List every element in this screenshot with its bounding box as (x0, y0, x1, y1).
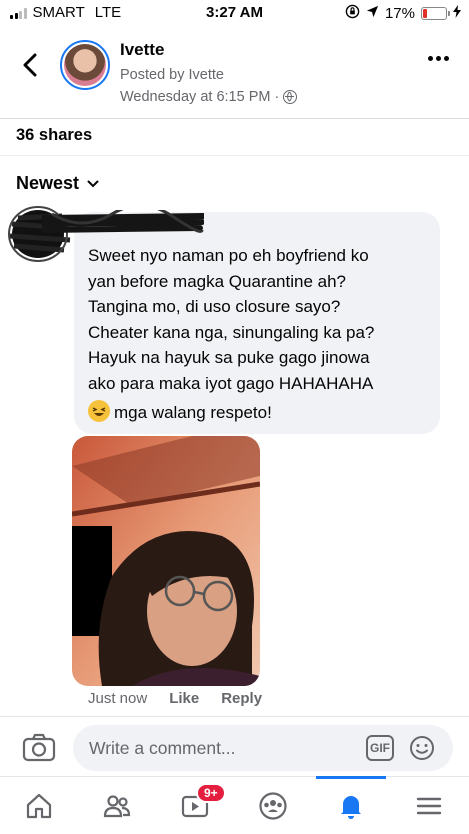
author-name[interactable]: Ivette (120, 40, 164, 60)
home-icon (26, 793, 52, 819)
comment-sort-dropdown[interactable]: Newest (16, 173, 99, 194)
bottom-nav: 9+ (0, 776, 469, 834)
bell-icon (341, 796, 361, 819)
comment-actions: Just now Like Reply (88, 690, 262, 707)
comment-input[interactable]: Write a comment... GIF (73, 725, 453, 771)
comment-last-line: mga walang respeto! (114, 403, 272, 422)
comment-time: Just now (88, 690, 148, 707)
battery-icon (421, 7, 450, 20)
reply-button[interactable]: Reply (221, 690, 262, 707)
comment-line: ako para maka iyot gago HAHAHAHA (88, 373, 374, 393)
comment-line: mga walang respeto! (88, 400, 434, 426)
comment-line: Cheater kana nga, sinungaling ka pa? (88, 322, 375, 342)
like-button[interactable]: Like (169, 690, 199, 707)
tab-notifications[interactable] (312, 777, 390, 834)
comment-text: Sweet nyo naman po eh boyfriend ko yan b… (88, 243, 434, 426)
comment-photo[interactable] (72, 436, 260, 686)
smiley-icon (410, 736, 434, 760)
gif-button[interactable]: GIF (366, 735, 394, 761)
comment-line: Tangina mo, di uso closure sayo? (88, 297, 341, 316)
emoji-button[interactable] (409, 735, 435, 761)
globe-icon (283, 90, 298, 104)
orientation-lock-icon (345, 4, 360, 23)
tab-menu[interactable] (390, 777, 468, 834)
sort-label: Newest (16, 173, 80, 193)
back-button[interactable] (18, 50, 42, 80)
comment-line: Hayuk na hayuk sa puke gago jinowa (88, 348, 370, 367)
hamburger-menu-icon (416, 797, 442, 815)
commenter-name-redacted (42, 210, 204, 233)
more-options-button[interactable] (428, 56, 449, 61)
status-bar: SMART LTE 3:27 AM 17% (0, 0, 469, 26)
charging-icon (453, 5, 461, 22)
groups-icon (259, 792, 287, 820)
camera-icon (22, 733, 56, 762)
shares-count[interactable]: 36 shares (16, 126, 92, 145)
chevron-left-icon (23, 53, 37, 77)
watch-notification-badge: 9+ (196, 783, 226, 803)
tab-groups[interactable] (234, 777, 312, 834)
comment-line: Sweet nyo naman po eh boyfriend ko (88, 246, 369, 265)
author-avatar[interactable] (60, 40, 110, 90)
friends-icon (103, 795, 131, 818)
status-right: 17% (345, 4, 461, 23)
post-timestamp-row: Wednesday at 6:15 PM · (120, 89, 298, 105)
comment-input-placeholder: Write a comment... (89, 738, 236, 758)
tab-home[interactable] (0, 777, 78, 834)
comment-line: yan before magka Quarantine ah? (88, 271, 347, 291)
chevron-down-icon (87, 180, 99, 187)
battery-percent: 17% (384, 5, 415, 22)
post-timestamp: Wednesday at 6:15 PM · (120, 89, 280, 105)
tab-friends[interactable] (78, 777, 156, 834)
laughing-emoji-icon (88, 400, 110, 422)
divider (0, 155, 469, 156)
comment-composer: Write a comment... GIF (0, 716, 469, 776)
location-icon (366, 5, 379, 22)
camera-button[interactable] (22, 733, 56, 763)
divider (0, 118, 469, 119)
posted-by: Posted by Ivette (120, 67, 224, 83)
post-header: Ivette Posted by Ivette Wednesday at 6:1… (0, 30, 469, 118)
